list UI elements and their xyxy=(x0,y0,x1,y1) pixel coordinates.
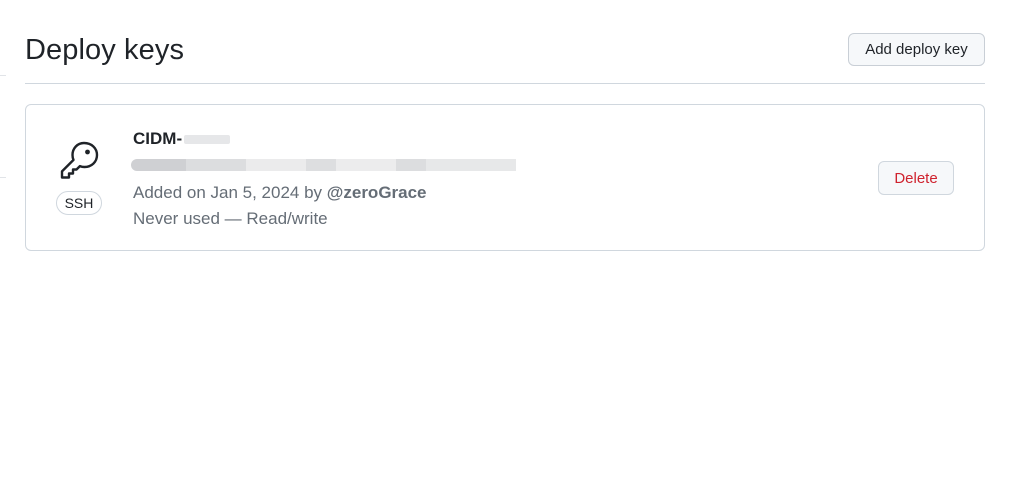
section-header: Deploy keys Add deploy key xyxy=(25,32,985,84)
redacted-key-fingerprint xyxy=(131,159,516,171)
redacted-key-name xyxy=(184,134,231,144)
deploy-key-title: CIDM- xyxy=(133,129,231,149)
key-usage-info: Never used — Read/write xyxy=(133,209,328,228)
left-edge-divider xyxy=(0,75,6,76)
key-icon xyxy=(60,141,99,179)
page-title: Deploy keys xyxy=(25,34,185,66)
left-edge-divider xyxy=(0,177,6,178)
deploy-keys-page: Deploy keys Add deploy key SSH CIDM- Add… xyxy=(0,0,1020,483)
add-deploy-key-button[interactable]: Add deploy key xyxy=(848,33,985,66)
key-type-badge: SSH xyxy=(56,191,102,215)
added-date-text: Added on Jan 5, 2024 by xyxy=(133,183,323,202)
delete-key-button[interactable]: Delete xyxy=(878,161,954,195)
added-by-user-link[interactable]: @zeroGrace xyxy=(327,183,427,202)
deploy-key-name: CIDM- xyxy=(133,129,183,148)
deploy-key-item: SSH CIDM- Added on Jan 5, 2024 by @zeroG… xyxy=(25,104,985,251)
key-added-info: Added on Jan 5, 2024 by @zeroGrace xyxy=(133,183,427,203)
